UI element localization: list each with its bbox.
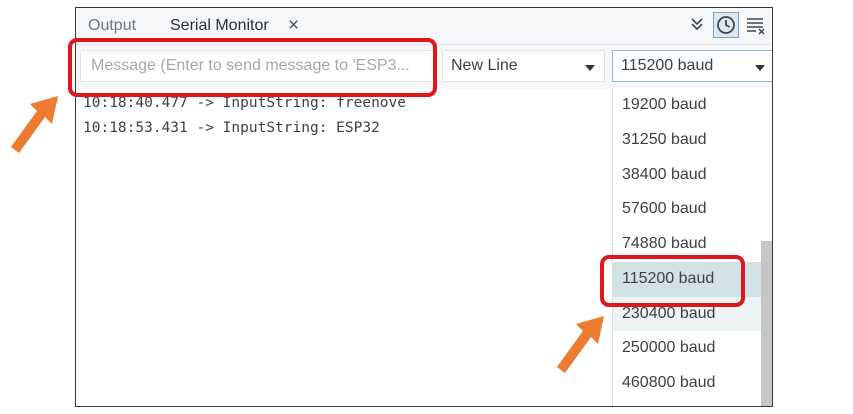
clear-output-icon[interactable] (743, 12, 769, 38)
message-input[interactable] (80, 50, 436, 82)
tab-output[interactable]: Output (88, 17, 136, 35)
caret-down-icon (755, 65, 765, 71)
tab-serial-monitor[interactable]: Serial Monitor (170, 17, 269, 35)
close-tab-icon[interactable]: × (288, 15, 299, 37)
output-line: 10:18:40.477 -> InputString: freenove (83, 95, 407, 111)
baud-option[interactable]: 38400 baud (613, 158, 772, 193)
baud-option[interactable]: 74880 baud (613, 227, 772, 262)
baud-rate-value: 115200 baud (621, 57, 714, 74)
autoscroll-icon[interactable] (684, 12, 710, 38)
baud-option[interactable]: 57600 baud (613, 192, 772, 227)
output-line: 10:18:53.431 -> InputString: ESP32 (83, 120, 380, 136)
tab-bar: Output Serial Monitor × (76, 8, 772, 45)
baud-option[interactable]: 460800 baud (613, 366, 772, 401)
serial-monitor-panel: Output Serial Monitor × Message (Enter t… (75, 7, 773, 407)
baud-rate-select[interactable]: 115200 baud (612, 50, 772, 82)
serial-output: 10:18:40.477 -> InputString: freenove 10… (83, 95, 406, 145)
baud-option[interactable]: 19200 baud (613, 88, 772, 123)
line-ending-select[interactable]: New Line (442, 50, 605, 82)
baud-option[interactable]: 230400 baud (613, 296, 772, 332)
dropdown-scrollbar[interactable] (761, 241, 772, 406)
line-ending-value: New Line (451, 57, 518, 74)
baud-option-selected[interactable]: 115200 baud (613, 261, 772, 297)
caret-down-icon (585, 65, 595, 71)
timestamp-icon[interactable] (713, 12, 739, 38)
message-toolbar: New Line 115200 baud (76, 45, 772, 89)
baud-option[interactable]: 250000 baud (613, 331, 772, 366)
baud-rate-dropdown: 19200 baud 31250 baud 38400 baud 57600 b… (612, 88, 772, 406)
baud-option[interactable]: 31250 baud (613, 123, 772, 158)
pointer-arrow-icon (11, 96, 58, 153)
